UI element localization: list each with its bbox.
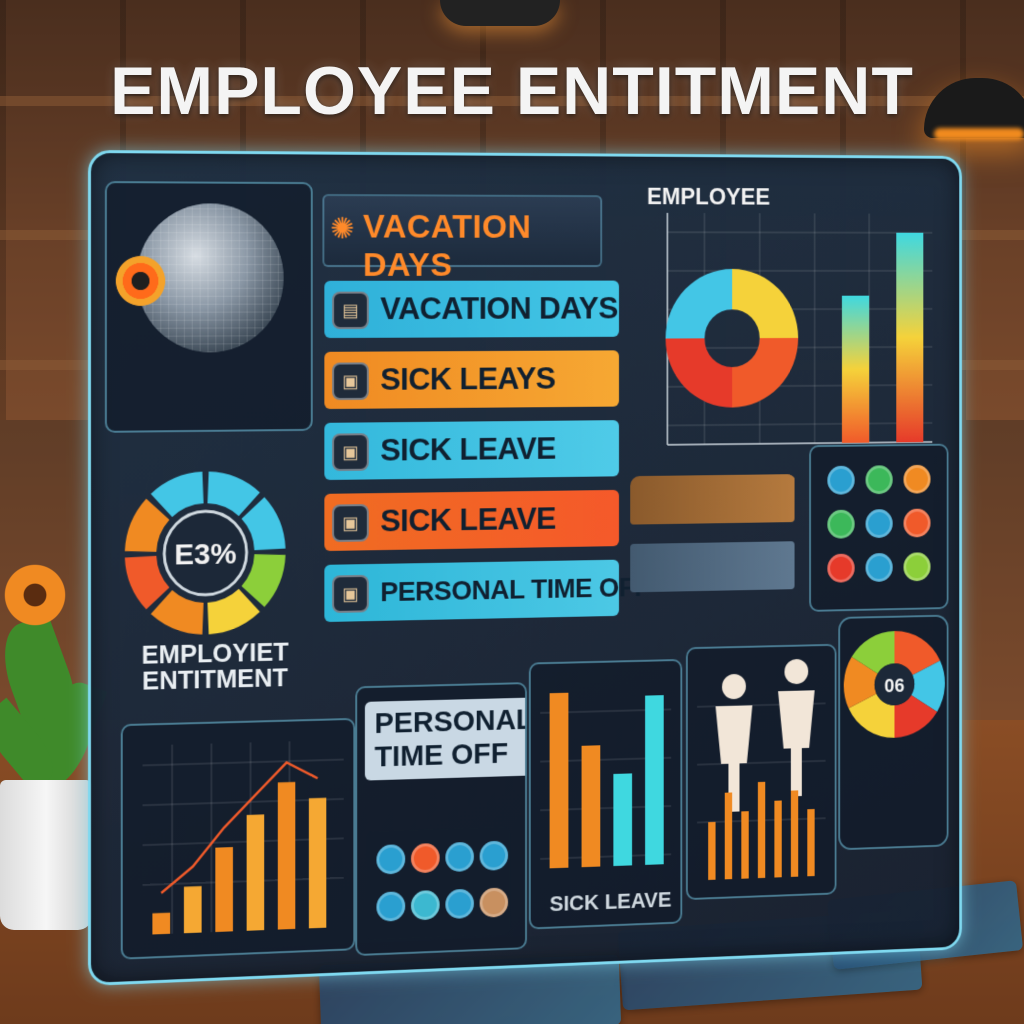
donut-slice xyxy=(732,338,798,408)
gauge-label: EMPLOYIET ENTITMENT xyxy=(117,638,294,694)
status-dot[interactable] xyxy=(866,465,893,494)
page-title: EMPLOYEE ENTITMENT xyxy=(0,52,1024,130)
status-dot[interactable] xyxy=(827,554,854,583)
bar xyxy=(550,693,569,869)
bar xyxy=(613,773,632,866)
list-item-personal-time-off[interactable]: ▣ PERSONAL TIME OFF xyxy=(324,560,619,622)
list-item-sick-leays[interactable]: ▣ SICK LEAYS xyxy=(324,350,619,409)
vacation-days-header-label: VACATION DAYS xyxy=(363,208,600,285)
status-dot[interactable] xyxy=(827,466,854,495)
status-dot[interactable] xyxy=(411,843,440,873)
gauge-widget: E3% EMPLOYIET ENTITMENT xyxy=(117,463,294,715)
list-item-label: SICK LEAYS xyxy=(380,360,555,397)
bar xyxy=(309,798,326,929)
bar xyxy=(215,847,233,932)
status-dot[interactable] xyxy=(376,844,405,874)
person-icon xyxy=(716,674,753,813)
status-dots-grid xyxy=(809,444,948,612)
document-icon: ▣ xyxy=(332,575,369,613)
sick-leave-svg xyxy=(531,661,681,889)
bar xyxy=(184,886,202,933)
employee-chart-svg xyxy=(630,174,945,465)
document-icon: ▣ xyxy=(332,433,369,471)
status-dot[interactable] xyxy=(445,842,474,872)
people-widget xyxy=(686,644,837,900)
vacation-days-header: ✺ VACATION DAYS xyxy=(322,194,602,267)
document-icon: ▣ xyxy=(332,504,369,542)
sick-leave-label: SICK LEAVE xyxy=(550,887,672,917)
status-dot[interactable] xyxy=(376,891,405,922)
bar xyxy=(582,745,601,867)
donut-slice xyxy=(666,269,733,339)
pie-center-label: 06 xyxy=(884,676,904,698)
status-dot[interactable] xyxy=(866,509,893,538)
status-dot[interactable] xyxy=(904,552,931,581)
status-dot[interactable] xyxy=(904,509,931,538)
dashboard-panel: ✺ VACATION DAYS ▤ VACATION DAYS ▣ SICK L… xyxy=(88,150,962,986)
plant-pot xyxy=(0,780,92,930)
personal-time-off-widget: PERSONAL TIME OFF xyxy=(355,682,527,956)
bar xyxy=(896,233,923,443)
status-dot[interactable] xyxy=(904,465,931,494)
gauge-svg: E3% xyxy=(117,463,294,645)
trend-chart xyxy=(121,718,356,960)
list-item-label: SICK LEAVE xyxy=(380,430,556,468)
list-item-sick-leave[interactable]: ▣ SICK LEAVE xyxy=(324,420,619,480)
document-icon: ▣ xyxy=(332,362,369,400)
donut-slice xyxy=(666,338,733,408)
people-svg xyxy=(688,646,835,898)
pie-svg: 06 xyxy=(840,617,947,849)
employee-chart: EMPLOYEE xyxy=(630,174,945,465)
ceiling-lamp xyxy=(440,0,560,26)
sick-leave-chart: SICK LEAVE xyxy=(529,659,682,930)
list-item-vacation-days[interactable]: ▤ VACATION DAYS xyxy=(324,281,619,338)
list-item-label: VACATION DAYS xyxy=(380,290,618,327)
status-dot[interactable] xyxy=(445,889,474,919)
status-dot[interactable] xyxy=(411,890,440,920)
list-item-label: PERSONAL TIME OFF xyxy=(380,572,649,608)
personal-time-off-title: PERSONAL TIME OFF xyxy=(365,697,527,780)
flower-icon xyxy=(0,560,70,630)
person-icon xyxy=(778,659,815,797)
bar xyxy=(842,296,869,443)
donut-chart xyxy=(666,269,799,408)
bar xyxy=(645,695,664,865)
info-card[interactable] xyxy=(630,474,794,524)
info-cards xyxy=(630,474,796,621)
status-dot[interactable] xyxy=(827,510,854,539)
status-dot[interactable] xyxy=(866,553,893,582)
trend-chart-svg xyxy=(123,720,354,958)
sunburst-icon xyxy=(113,253,168,309)
list-item-sick-leave-2[interactable]: ▣ SICK LEAVE xyxy=(324,490,619,551)
status-dot[interactable] xyxy=(480,887,508,917)
employee-bars xyxy=(842,233,923,443)
sunburst-icon: ✺ xyxy=(330,212,354,247)
donut-slice xyxy=(732,269,798,338)
gauge-value: E3% xyxy=(174,538,236,572)
list-item-label: SICK LEAVE xyxy=(380,500,556,539)
pie-widget: 06 xyxy=(838,615,948,851)
bar xyxy=(152,913,170,935)
info-card[interactable] xyxy=(630,541,794,592)
bar xyxy=(247,814,265,930)
pto-icons xyxy=(367,827,510,940)
status-dot[interactable] xyxy=(480,841,508,871)
folder-icon: ▤ xyxy=(332,292,369,330)
globe-widget xyxy=(105,181,313,433)
bar xyxy=(278,782,295,930)
